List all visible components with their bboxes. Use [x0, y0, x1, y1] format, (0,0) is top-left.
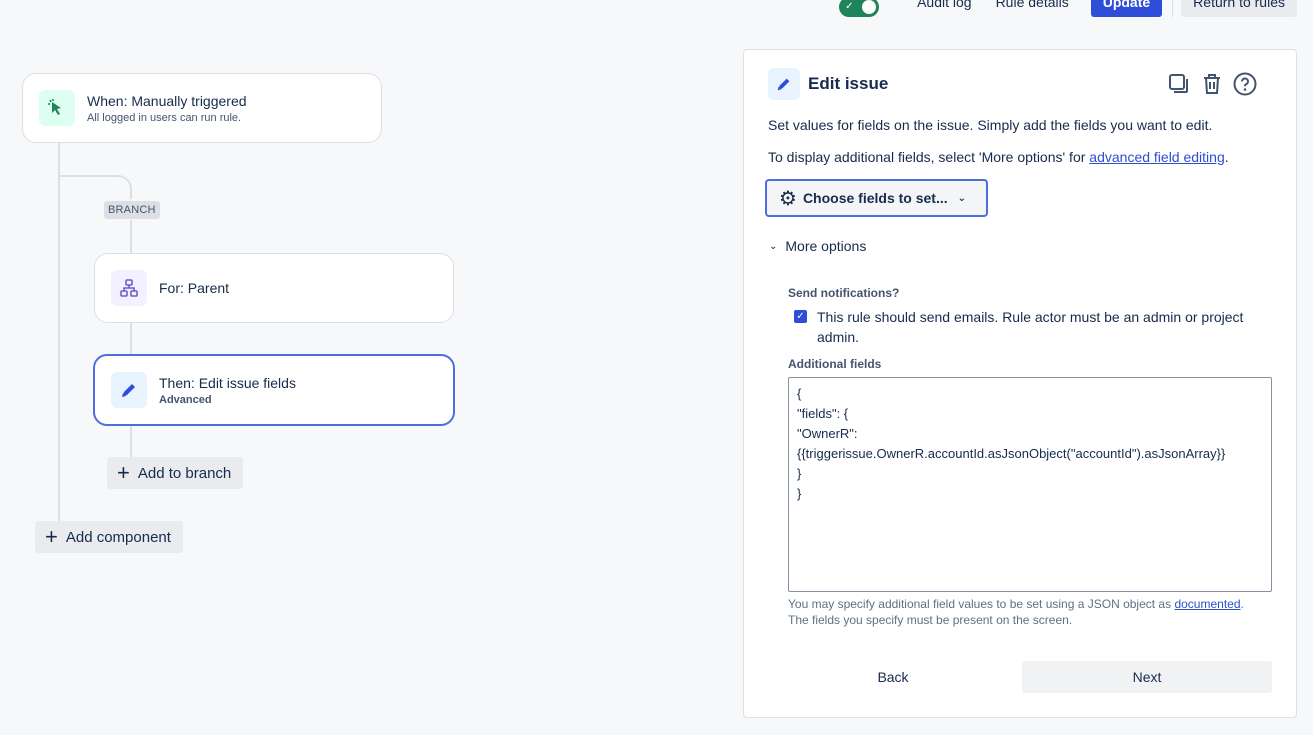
- advanced-field-editing-link[interactable]: advanced field editing: [1089, 149, 1224, 165]
- send-notifications-checkbox[interactable]: ✓: [794, 310, 807, 323]
- add-to-branch-label: Add to branch: [137, 464, 232, 482]
- panel-title: Edit issue: [808, 74, 889, 93]
- choose-fields-label: Choose fields to set...: [802, 190, 948, 206]
- rule-enabled-toggle[interactable]: ✓: [839, 0, 880, 17]
- toolbar-divider: [1172, 0, 1174, 17]
- action-node[interactable]: Then: Edit issue fields Advanced: [93, 354, 455, 426]
- action-subtitle: Advanced: [159, 393, 212, 406]
- branch-connector-line: [130, 322, 132, 356]
- choose-fields-dropdown[interactable]: ⚙ Choose fields to set... ⌄: [765, 179, 988, 217]
- plus-icon: +: [117, 460, 130, 485]
- panel-actions: [1166, 71, 1258, 97]
- hierarchy-icon: [111, 270, 147, 306]
- gear-icon: ⚙: [779, 187, 797, 210]
- panel-description: Set values for fields on the issue. Simp…: [768, 117, 1213, 133]
- rule-details-link[interactable]: Rule details: [984, 0, 1081, 17]
- branch-node[interactable]: For: Parent: [94, 253, 454, 323]
- cursor-click-icon: [39, 90, 75, 126]
- advanced-suffix: .: [1224, 149, 1229, 165]
- audit-log-link[interactable]: Audit log: [905, 0, 983, 17]
- add-component-button[interactable]: + Add component: [35, 521, 183, 553]
- documented-link[interactable]: documented: [1174, 597, 1240, 611]
- trigger-subtitle: All logged in users can run rule.: [87, 111, 242, 124]
- plus-icon: +: [45, 524, 58, 549]
- top-toolbar: ✓ Audit log Rule details Update Return t…: [839, 0, 1297, 17]
- branch-connector-line: [130, 424, 132, 458]
- duplicate-icon[interactable]: [1166, 71, 1192, 97]
- additional-fields-help: You may specify additional field values …: [788, 596, 1278, 628]
- send-notifications-text: This rule should send emails. Rule actor…: [817, 309, 1244, 345]
- more-options-label: More options: [785, 238, 867, 254]
- chevron-down-icon: ⌄: [957, 192, 967, 204]
- update-button[interactable]: Update: [1090, 0, 1163, 17]
- add-component-label: Add component: [65, 528, 171, 546]
- help-line2: The fields you specify must be present o…: [788, 613, 1073, 627]
- send-notifications-row[interactable]: ✓ This rule should send emails. Rule act…: [794, 307, 1264, 347]
- pencil-icon: [768, 68, 800, 100]
- back-button[interactable]: Back: [768, 661, 1018, 693]
- trigger-title: When: Manually triggered: [87, 92, 247, 109]
- trash-icon[interactable]: [1199, 71, 1225, 97]
- main-connector-line: [58, 142, 60, 522]
- pencil-icon: [111, 372, 147, 408]
- check-icon: ✓: [845, 0, 854, 12]
- panel-description-advanced: To display additional fields, select 'Mo…: [768, 149, 1229, 165]
- branch-title: For: Parent: [159, 280, 230, 296]
- advanced-prefix: To display additional fields, select 'Mo…: [768, 149, 1090, 165]
- trigger-node[interactable]: When: Manually triggered All logged in u…: [22, 73, 382, 143]
- return-to-rules-button[interactable]: Return to rules: [1181, 0, 1297, 17]
- additional-fields-label: Additional fields: [788, 357, 882, 371]
- next-button[interactable]: Next: [1022, 661, 1272, 693]
- more-options-toggle[interactable]: ⌄ More options: [769, 238, 866, 254]
- send-notifications-label: Send notifications?: [788, 286, 900, 300]
- branch-tag: BRANCH: [104, 201, 160, 219]
- help-icon[interactable]: [1232, 71, 1258, 97]
- panel-header: Edit issue: [768, 68, 888, 100]
- chevron-down-icon: ⌄: [769, 240, 778, 252]
- help-prefix: You may specify additional field values …: [788, 597, 1175, 611]
- branch-connector-curve: [100, 175, 132, 199]
- additional-fields-textarea[interactable]: { "fields": { "OwnerR": {{triggerissue.O…: [788, 377, 1272, 592]
- help-suffix: .: [1240, 597, 1244, 611]
- action-title: Then: Edit issue fields: [159, 374, 296, 391]
- add-to-branch-button[interactable]: + Add to branch: [107, 457, 244, 489]
- branch-connector-line: [130, 220, 132, 254]
- edit-issue-panel: Edit issue Set values for fields on the …: [743, 49, 1297, 718]
